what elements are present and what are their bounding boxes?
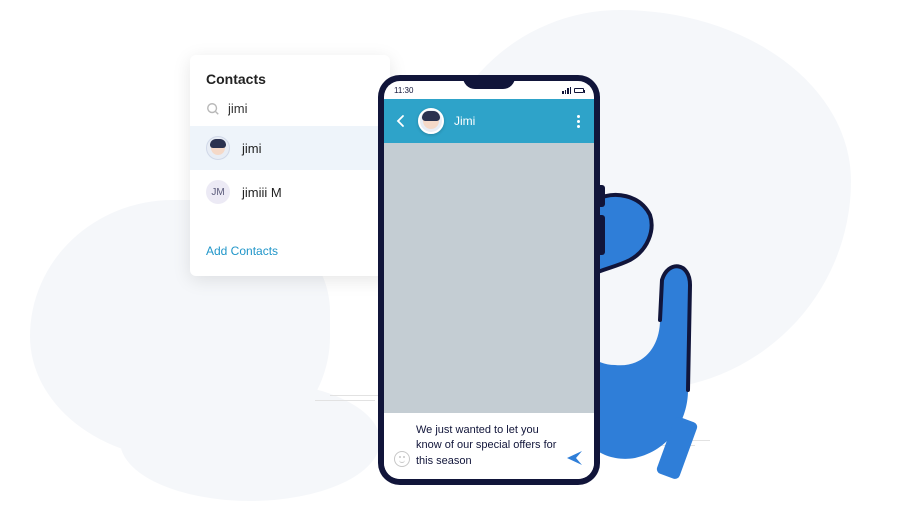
contact-item-jimiii-m[interactable]: JM jimiii M [190,170,390,214]
signal-icon [562,87,571,94]
contact-name: jimiii M [242,185,282,200]
phone-side-button [600,185,605,207]
contacts-search[interactable] [190,97,390,126]
contact-name: jimi [242,141,262,156]
phone-device: 11:30 Jimi We just wanted to let [378,75,600,485]
chat-messages-area[interactable] [384,143,594,413]
avatar [206,136,230,160]
phone-notch [463,75,515,89]
emoji-icon[interactable] [394,451,410,467]
chat-avatar[interactable] [418,108,444,134]
chat-header: Jimi [384,99,594,143]
search-input[interactable] [228,101,374,116]
bg-blob [120,381,380,501]
battery-icon [574,88,584,93]
contacts-title: Contacts [190,71,390,97]
phone-screen: 11:30 Jimi We just wanted to let [384,81,594,479]
bg-line [315,400,375,401]
more-options-icon[interactable] [573,111,584,132]
contacts-panel: Contacts jimi JM jimiii M Add Contacts [190,55,390,276]
search-icon [206,102,220,116]
message-input[interactable]: We just wanted to let you know of our sp… [416,423,560,469]
chat-contact-name: Jimi [454,114,563,128]
back-icon[interactable] [394,114,408,128]
avatar-initials: JM [206,180,230,204]
contact-item-jimi[interactable]: jimi [190,126,390,170]
message-composer: We just wanted to let you know of our sp… [384,413,594,479]
status-time: 11:30 [394,86,413,95]
phone-side-button [600,215,605,255]
add-contacts-link[interactable]: Add Contacts [190,214,390,262]
send-icon[interactable] [566,449,584,467]
